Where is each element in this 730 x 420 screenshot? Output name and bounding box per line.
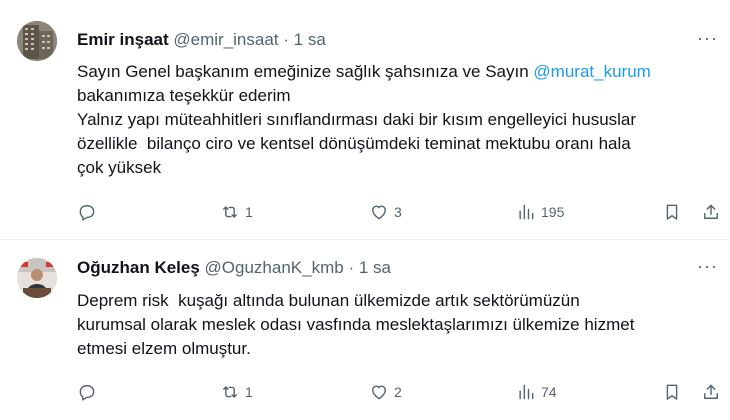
tweet-text: Deprem risk kuşağı altında bulunan ülkem… (77, 289, 717, 361)
retweet-count: 1 (245, 204, 253, 220)
like-count: 2 (394, 384, 402, 400)
views-button[interactable]: 195 (516, 200, 564, 224)
avatar[interactable] (17, 258, 57, 298)
timestamp[interactable]: 1 sa (359, 258, 391, 277)
separator-dot: · (283, 30, 289, 49)
view-count: 195 (541, 204, 565, 220)
tweet[interactable]: Oğuzhan Keleş @OguzhanK_kmb · 1 sa ··· D… (0, 240, 730, 420)
person-photo-icon (17, 258, 57, 298)
user-handle[interactable]: @OguzhanK_kmb (205, 258, 344, 277)
tweet-actions: 1 3 195 (77, 200, 718, 224)
timestamp[interactable]: 1 sa (294, 30, 326, 49)
view-count: 74 (541, 384, 557, 400)
tweet-text-line: çok yüksek (77, 158, 162, 177)
reply-icon (79, 205, 95, 221)
like-icon (372, 385, 386, 400)
tweet-text-line: bakanımıza teşekkür ederim (77, 86, 291, 105)
retweet-button[interactable]: 1 (220, 200, 253, 224)
tweet-text-line: özellikle bilanço ciro ve kentsel dönüşü… (77, 134, 631, 153)
display-name[interactable]: Oğuzhan Keleş (77, 258, 200, 277)
share-button[interactable] (701, 380, 721, 404)
views-button[interactable]: 74 (516, 380, 557, 404)
retweet-button[interactable]: 1 (220, 380, 253, 404)
tweet-actions: 1 2 74 (77, 380, 718, 404)
views-icon (519, 384, 534, 400)
bookmark-button[interactable] (662, 380, 682, 404)
separator-dot: · (348, 258, 355, 277)
like-icon (372, 205, 386, 220)
tweet[interactable]: Emir inşaat @emir_insaat · 1 sa ··· Sayı… (0, 0, 730, 240)
views-icon (519, 204, 534, 220)
retweet-icon (223, 386, 237, 398)
tweet-text-line: Sayın Genel başkanım emeğinize sağlık şa… (77, 60, 717, 84)
bookmark-icon (666, 384, 678, 400)
tweet-header: Oğuzhan Keleş @OguzhanK_kmb · 1 sa (77, 258, 391, 278)
tweet-header: Emir inşaat @emir_insaat · 1 sa (77, 30, 326, 50)
bookmark-icon (666, 204, 678, 220)
like-button[interactable]: 3 (369, 200, 402, 224)
tweet-text-segment: Sayın Genel başkanım emeğinize sağlık şa… (77, 62, 534, 81)
share-icon (704, 204, 718, 219)
building-photo-icon (17, 21, 57, 61)
retweet-icon (223, 206, 237, 218)
user-handle[interactable]: @emir_insaat (173, 30, 278, 49)
retweet-count: 1 (245, 384, 253, 400)
display-name[interactable]: Emir inşaat (77, 30, 169, 49)
avatar[interactable] (17, 21, 57, 61)
bookmark-button[interactable] (662, 200, 682, 224)
tweet-text-line: Yalnız yapı müteahhitleri sınıflandırmas… (77, 110, 637, 129)
reply-button[interactable] (77, 380, 102, 404)
more-options-icon[interactable]: ··· (697, 28, 718, 49)
tweet-text-line: kurumsal olarak meslek odası vasfında me… (77, 315, 635, 334)
tweet-text-line: etmesi elzem olmuştur. (77, 339, 251, 358)
mention-link[interactable]: @murat_kurum (533, 62, 650, 81)
tweet-text: Sayın Genel başkanım emeğinize sağlık şa… (77, 60, 717, 180)
reply-icon (79, 385, 95, 401)
share-button[interactable] (701, 200, 721, 224)
more-options-icon[interactable]: ··· (697, 256, 718, 277)
reply-button[interactable] (77, 200, 102, 224)
like-count: 3 (394, 204, 402, 220)
like-button[interactable]: 2 (369, 380, 402, 404)
share-icon (704, 384, 718, 399)
tweet-text-line: Deprem risk kuşağı altında bulunan ülkem… (77, 291, 580, 310)
